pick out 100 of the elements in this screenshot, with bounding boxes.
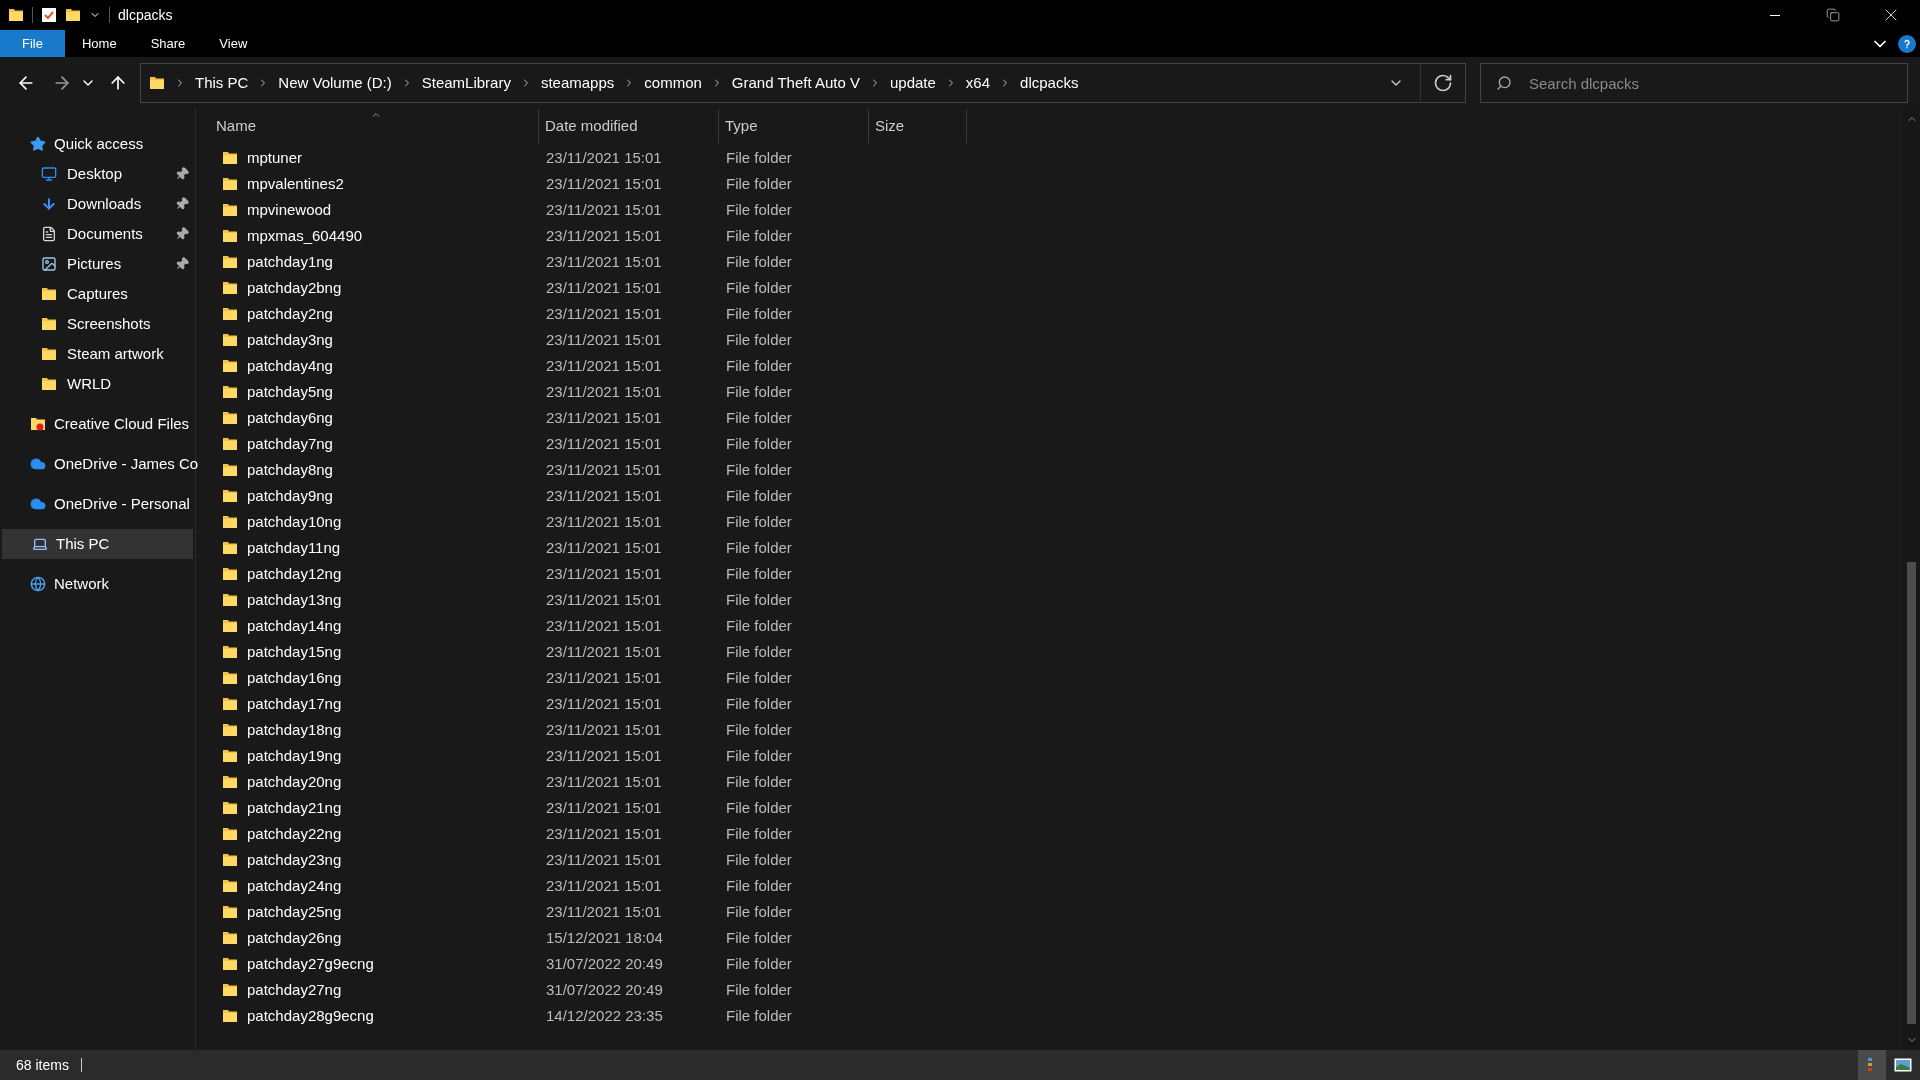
folder-icon <box>222 592 238 608</box>
column-header[interactable]: Date modified <box>539 109 719 143</box>
ribbon-tab[interactable]: Home <box>64 30 134 57</box>
ribbon-tab[interactable]: View <box>202 30 265 57</box>
file-name[interactable]: patchday13ng <box>247 588 342 612</box>
file-name[interactable]: patchday17ng <box>247 692 342 716</box>
breadcrumb-item[interactable]: New Volume (D:) <box>278 71 392 95</box>
file-name[interactable]: patchday27ng <box>247 978 342 1002</box>
globe-icon <box>30 576 46 592</box>
nav-item[interactable]: Creative Cloud Files <box>0 409 195 439</box>
nav-item[interactable]: This PC <box>2 529 193 559</box>
file-name[interactable]: patchday28g9ecng <box>247 1004 374 1028</box>
breadcrumb-item[interactable]: Grand Theft Auto V <box>731 71 860 95</box>
file-name[interactable]: patchday24ng <box>247 874 342 898</box>
file-name[interactable]: patchday18ng <box>247 718 342 742</box>
file-name[interactable]: patchday15ng <box>247 640 342 664</box>
nav-item[interactable]: Pictures <box>0 249 195 279</box>
file-name[interactable]: patchday20ng <box>247 770 342 794</box>
file-name[interactable]: patchday5ng <box>247 380 333 404</box>
type-cell-text: File folder <box>725 459 793 480</box>
file-name[interactable]: patchday1ng <box>247 250 333 274</box>
nav-item[interactable]: Quick access <box>0 129 195 159</box>
type-cell-text: File folder <box>725 407 793 428</box>
type-cell-text: File folder <box>725 667 793 688</box>
file-name[interactable]: patchday21ng <box>247 796 342 820</box>
breadcrumb-item[interactable]: common <box>644 71 702 95</box>
nav-item[interactable]: Captures <box>0 279 195 309</box>
date-cell-text: 23/11/2021 15:01 <box>545 355 663 376</box>
column-header[interactable]: Size <box>869 109 967 143</box>
file-name[interactable]: patchday6ng <box>247 406 333 430</box>
breadcrumb-item[interactable]: steamapps <box>540 71 615 95</box>
file-name[interactable]: patchday10ng <box>247 510 342 534</box>
file-name[interactable]: patchday4ng <box>247 354 333 378</box>
search-field[interactable]: Search dlcpacks <box>1480 63 1908 103</box>
date-cell-text: 23/11/2021 15:01 <box>545 329 663 350</box>
file-name[interactable]: patchday26ng <box>247 926 342 950</box>
nav-item[interactable]: Desktop <box>0 159 195 189</box>
ribbon-tab[interactable]: File <box>0 30 65 57</box>
nav-item[interactable]: Documents <box>0 219 195 249</box>
file-name[interactable]: mptuner <box>247 146 303 170</box>
type-cell-text: File folder <box>725 537 793 558</box>
nav-item[interactable]: Network <box>0 569 195 599</box>
file-name[interactable]: mpvalentines2 <box>247 172 344 196</box>
folder-icon <box>222 904 238 920</box>
file-name[interactable]: mpvinewood <box>247 198 332 222</box>
file-name[interactable]: patchday23ng <box>247 848 342 872</box>
file-name[interactable]: patchday8ng <box>247 458 333 482</box>
nav-label: Screenshots <box>67 313 151 334</box>
file-name[interactable]: patchday14ng <box>247 614 342 638</box>
address-bar[interactable]: This PC New Volume (D:) SteamLibrary steamapps common Grand Theft Auto V update x64 dlcpacks <box>140 63 1466 103</box>
column-header[interactable]: Name <box>210 109 539 143</box>
file-name[interactable]: patchday7ng <box>247 432 333 456</box>
file-name[interactable]: patchday19ng <box>247 744 342 768</box>
file-name[interactable]: patchday2bng <box>247 276 342 300</box>
file-name[interactable]: patchday9ng <box>247 484 333 508</box>
nav-item[interactable]: OneDrive - Personal <box>0 489 195 519</box>
file-name[interactable]: patchday2ng <box>247 302 333 326</box>
checkmark-icon <box>41 7 57 23</box>
scrollbar-thumb[interactable] <box>1907 562 1916 1024</box>
breadcrumb-item[interactable]: dlcpacks <box>1020 71 1079 95</box>
nav-item[interactable]: Downloads <box>0 189 195 219</box>
file-name[interactable]: patchday12ng <box>247 562 342 586</box>
nav-item[interactable]: Steam artwork <box>0 339 195 369</box>
date-cell-text: 31/07/2022 20:49 <box>545 953 664 974</box>
type-cell-text: File folder <box>725 693 793 714</box>
file-name[interactable]: patchday11ng <box>247 536 341 560</box>
type-cell-text: File folder <box>725 303 793 324</box>
folder-icon <box>222 488 238 504</box>
breadcrumb-item[interactable]: This PC <box>195 71 249 95</box>
help-icon[interactable] <box>1898 34 1916 53</box>
date-cell-text: 23/11/2021 15:01 <box>545 147 663 168</box>
nav-item[interactable]: WRLD <box>0 369 195 399</box>
file-name[interactable]: patchday27g9ecng <box>247 952 374 976</box>
file-name[interactable]: patchday3ng <box>247 328 333 352</box>
folder-icon <box>41 286 57 302</box>
breadcrumb-item[interactable]: x64 <box>965 71 991 95</box>
file-name[interactable]: patchday16ng <box>247 666 342 690</box>
type-cell-text: File folder <box>725 329 793 350</box>
type-cell-text: File folder <box>725 199 793 220</box>
file-name[interactable]: patchday25ng <box>247 900 342 924</box>
file-name[interactable]: mpxmas_604490 <box>247 224 363 248</box>
nav-label: Quick access <box>54 133 144 154</box>
nav-item[interactable]: Screenshots <box>0 309 195 339</box>
date-cell-text: 23/11/2021 15:01 <box>545 277 663 298</box>
minimize-icon <box>1770 14 1780 16</box>
date-cell-text: 23/11/2021 15:01 <box>545 615 663 636</box>
folder-icon <box>222 1008 238 1024</box>
breadcrumb-item[interactable]: update <box>889 71 936 95</box>
column-header[interactable]: Type <box>719 109 869 143</box>
date-cell-text: 23/11/2021 15:01 <box>545 641 663 662</box>
ribbon-tab[interactable]: Share <box>133 30 203 57</box>
date-cell-text: 23/11/2021 15:01 <box>545 589 663 610</box>
folder-icon <box>222 774 238 790</box>
date-cell-text: 23/11/2021 15:01 <box>545 823 663 844</box>
date-cell-text: 23/11/2021 15:01 <box>545 667 663 688</box>
refresh-icon[interactable] <box>1433 73 1453 93</box>
file-name[interactable]: patchday22ng <box>247 822 342 846</box>
type-cell-text: File folder <box>725 979 793 1000</box>
breadcrumb-item[interactable]: SteamLibrary <box>421 71 511 95</box>
type-cell-text: File folder <box>725 641 793 662</box>
